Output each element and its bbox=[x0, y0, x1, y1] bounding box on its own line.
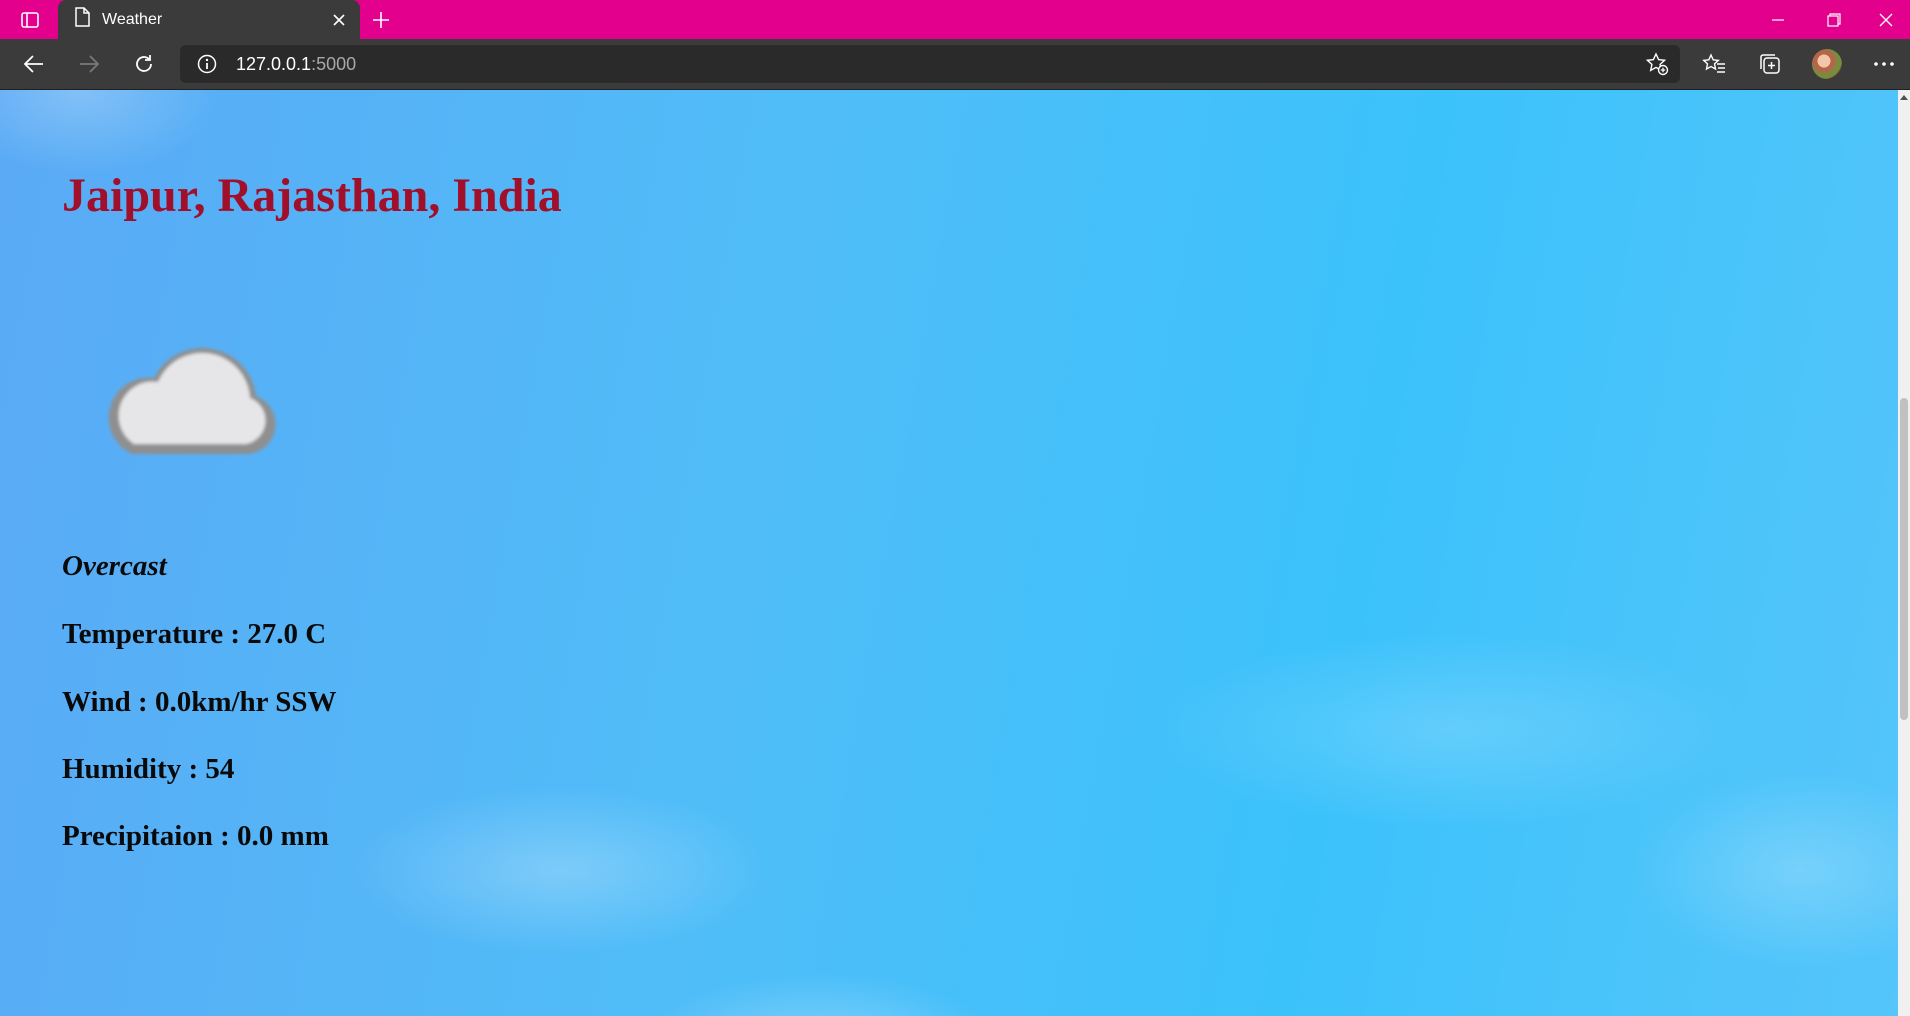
forward-arrow-icon bbox=[80, 55, 100, 73]
restore-button[interactable] bbox=[1806, 0, 1862, 39]
humidity-text: Humidity : 54 bbox=[62, 753, 235, 785]
scroll-up-arrow-icon[interactable] bbox=[1898, 90, 1910, 104]
page-viewport: Jaipur, Rajasthan, India Overcast Temper… bbox=[0, 90, 1898, 1016]
tab-title: Weather bbox=[102, 10, 163, 28]
url-host: 127.0.0.1 bbox=[236, 54, 312, 74]
precipitation-text: Precipitaion : 0.0 mm bbox=[62, 820, 329, 852]
favorites-button[interactable] bbox=[1694, 45, 1734, 83]
close-icon bbox=[1879, 13, 1893, 26]
browser-tab[interactable]: Weather bbox=[58, 0, 360, 39]
back-arrow-icon bbox=[23, 55, 43, 73]
collections-button[interactable] bbox=[1750, 45, 1790, 83]
info-icon[interactable] bbox=[192, 49, 222, 79]
new-tab-button[interactable] bbox=[364, 4, 398, 36]
weather-condition: Overcast bbox=[62, 550, 167, 582]
forward-button[interactable] bbox=[69, 45, 109, 83]
cloud-icon bbox=[108, 348, 276, 454]
address-bar[interactable]: 127.0.0.1:5000 bbox=[180, 45, 1680, 83]
favorites-icon bbox=[1702, 53, 1725, 73]
url-port: :5000 bbox=[311, 54, 357, 74]
temperature-text: Temperature : 27.0 C bbox=[62, 618, 327, 650]
plus-icon bbox=[373, 12, 389, 28]
minimize-icon bbox=[1772, 18, 1784, 21]
window-close-button[interactable] bbox=[1862, 0, 1910, 39]
url-text[interactable]: 127.0.0.1:5000 bbox=[236, 45, 356, 83]
title-bar: Weather bbox=[0, 0, 1910, 39]
location-title: Jaipur, Rajasthan, India bbox=[62, 169, 562, 222]
refresh-icon bbox=[136, 55, 152, 72]
more-button[interactable] bbox=[1864, 45, 1904, 83]
back-button[interactable] bbox=[14, 45, 54, 83]
minimize-button[interactable] bbox=[1750, 0, 1806, 39]
star-add-icon[interactable] bbox=[1642, 49, 1672, 79]
avatar[interactable] bbox=[1812, 49, 1842, 79]
wind-text: Wind : 0.0km/hr SSW bbox=[62, 686, 337, 718]
tab-actions-icon[interactable] bbox=[10, 5, 50, 35]
more-icon bbox=[1874, 62, 1894, 66]
collections-icon bbox=[1760, 54, 1780, 74]
scrollbar-thumb[interactable] bbox=[1900, 398, 1908, 720]
page-icon bbox=[74, 7, 90, 32]
restore-icon bbox=[1827, 12, 1841, 27]
refresh-button[interactable] bbox=[124, 45, 164, 83]
close-icon[interactable] bbox=[322, 3, 356, 37]
browser-toolbar: 127.0.0.1:5000 bbox=[0, 39, 1910, 90]
